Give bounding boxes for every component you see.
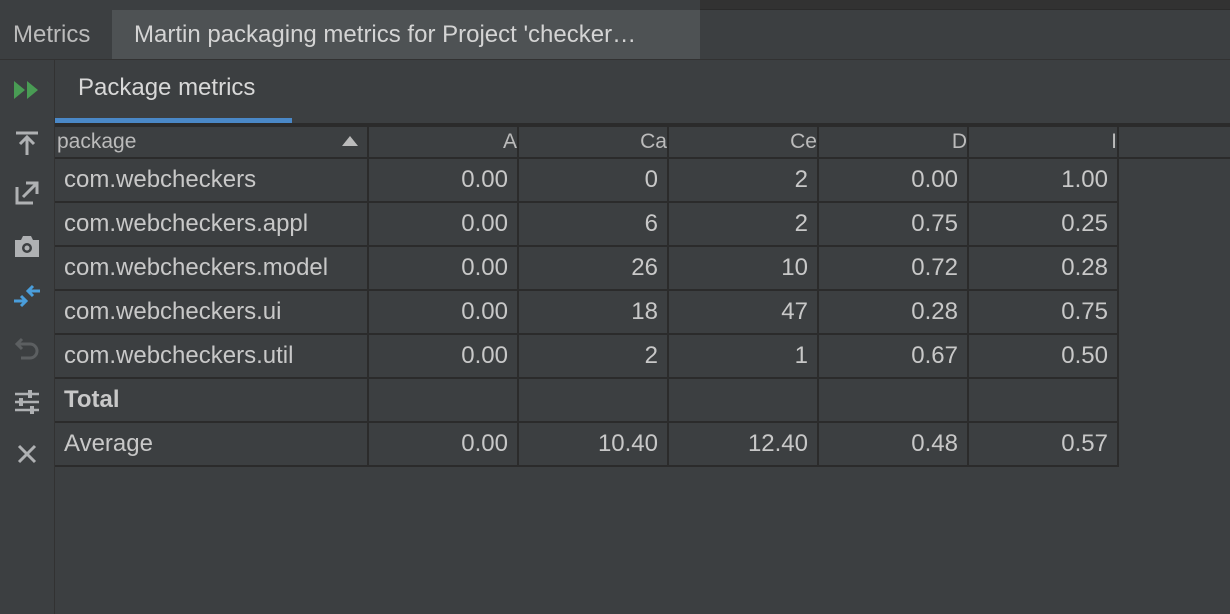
cell-i: 1.00 bbox=[968, 158, 1119, 203]
table-row[interactable]: com.webcheckers.model 0.00 26 10 0.72 0.… bbox=[55, 246, 1230, 291]
cell-d: 0.67 bbox=[818, 334, 969, 379]
cell-a: 0.00 bbox=[368, 246, 519, 291]
cell-i: 0.28 bbox=[968, 246, 1119, 291]
column-header-ce[interactable]: Ce bbox=[668, 127, 819, 159]
column-header-d[interactable]: D bbox=[818, 127, 969, 159]
cell-a: 0.00 bbox=[368, 158, 519, 203]
row-filler bbox=[1118, 422, 1230, 466]
cell-ce: 47 bbox=[668, 290, 819, 335]
table-row[interactable]: com.webcheckers.util 0.00 2 1 0.67 0.50 bbox=[55, 334, 1230, 379]
side-toolbar bbox=[0, 60, 55, 614]
cell-package: com.webcheckers.model bbox=[55, 246, 369, 291]
row-filler bbox=[1118, 246, 1230, 290]
cell-ce: 2 bbox=[668, 158, 819, 203]
cell-d: 0.00 bbox=[818, 158, 969, 203]
export-icon bbox=[13, 129, 41, 157]
cell-a: 0.00 bbox=[368, 202, 519, 247]
toolwindow-header: Metrics Martin packaging metrics for Pro… bbox=[0, 10, 1230, 60]
cell-ca: 6 bbox=[518, 202, 669, 247]
cell-i: 0.75 bbox=[968, 290, 1119, 335]
results-tab[interactable]: Martin packaging metrics for Project 'ch… bbox=[112, 10, 700, 59]
cell-ca bbox=[518, 378, 669, 423]
cell-ce: 1 bbox=[668, 334, 819, 379]
toolwindow-title[interactable]: Metrics bbox=[0, 10, 112, 59]
row-filler bbox=[1118, 202, 1230, 246]
top-strip bbox=[0, 0, 1230, 10]
tab-package-metrics-label: Package metrics bbox=[78, 74, 256, 101]
cell-package: com.webcheckers.ui bbox=[55, 290, 369, 335]
cell-ce: 2 bbox=[668, 202, 819, 247]
row-filler bbox=[1118, 158, 1230, 202]
compare-button[interactable] bbox=[8, 277, 46, 315]
metrics-table: package A Ca Ce D I com.webcheckers 0.00… bbox=[55, 127, 1230, 467]
undo-button[interactable] bbox=[8, 330, 46, 368]
cell-d bbox=[818, 378, 969, 423]
snapshot-button[interactable] bbox=[8, 227, 46, 265]
top-strip-dark bbox=[700, 0, 1230, 9]
open-external-button[interactable] bbox=[8, 174, 46, 212]
cell-package: Total bbox=[55, 378, 369, 423]
metrics-table-area: package A Ca Ce D I com.webcheckers 0.00… bbox=[55, 127, 1230, 614]
cell-ca: 0 bbox=[518, 158, 669, 203]
close-icon bbox=[15, 442, 39, 466]
close-button[interactable] bbox=[8, 435, 46, 473]
cell-i bbox=[968, 378, 1119, 423]
cell-package: com.webcheckers bbox=[55, 158, 369, 203]
table-row[interactable]: com.webcheckers 0.00 0 2 0.00 1.00 bbox=[55, 158, 1230, 203]
row-filler bbox=[1118, 378, 1230, 422]
cell-i: 0.57 bbox=[968, 422, 1119, 467]
column-header-filler bbox=[1118, 127, 1230, 159]
column-header-a[interactable]: A bbox=[368, 127, 519, 159]
cell-package: com.webcheckers.appl bbox=[55, 202, 369, 247]
cell-d: 0.75 bbox=[818, 202, 969, 247]
export-button[interactable] bbox=[8, 124, 46, 162]
sort-ascending-icon bbox=[342, 136, 358, 146]
cell-ce bbox=[668, 378, 819, 423]
cell-i: 0.50 bbox=[968, 334, 1119, 379]
cell-d: 0.72 bbox=[818, 246, 969, 291]
column-header-i[interactable]: I bbox=[968, 127, 1119, 159]
cell-ca: 18 bbox=[518, 290, 669, 335]
table-row[interactable]: com.webcheckers.appl 0.00 6 2 0.75 0.25 bbox=[55, 202, 1230, 247]
settings-sliders-icon bbox=[13, 388, 41, 416]
cell-d: 0.48 bbox=[818, 422, 969, 467]
row-filler bbox=[1118, 334, 1230, 378]
cell-a: 0.00 bbox=[368, 334, 519, 379]
compare-icon bbox=[12, 281, 42, 311]
table-row-total[interactable]: Total bbox=[55, 378, 1230, 423]
undo-icon bbox=[13, 336, 41, 362]
cell-a bbox=[368, 378, 519, 423]
content-tabs: Package metrics bbox=[55, 60, 1230, 123]
column-header-ca[interactable]: Ca bbox=[518, 127, 669, 159]
settings-button[interactable] bbox=[8, 383, 46, 421]
cell-ca: 2 bbox=[518, 334, 669, 379]
column-header-package[interactable]: package bbox=[55, 127, 369, 159]
table-header: package A Ca Ce D I bbox=[55, 127, 1230, 159]
cell-package: Average bbox=[55, 422, 369, 467]
rerun-icon bbox=[13, 79, 41, 101]
column-header-package-label: package bbox=[57, 130, 137, 153]
tab-package-metrics[interactable]: Package metrics bbox=[55, 60, 292, 123]
cell-package: com.webcheckers.util bbox=[55, 334, 369, 379]
cell-ca: 26 bbox=[518, 246, 669, 291]
cell-ce: 12.40 bbox=[668, 422, 819, 467]
cell-ca: 10.40 bbox=[518, 422, 669, 467]
cell-ce: 10 bbox=[668, 246, 819, 291]
table-row[interactable]: com.webcheckers.ui 0.00 18 47 0.28 0.75 bbox=[55, 290, 1230, 335]
rerun-button[interactable] bbox=[8, 71, 46, 109]
table-row-average[interactable]: Average 0.00 10.40 12.40 0.48 0.57 bbox=[55, 422, 1230, 467]
cell-a: 0.00 bbox=[368, 422, 519, 467]
snapshot-icon bbox=[13, 233, 41, 259]
row-filler bbox=[1118, 290, 1230, 334]
cell-i: 0.25 bbox=[968, 202, 1119, 247]
open-external-icon bbox=[13, 179, 41, 207]
cell-d: 0.28 bbox=[818, 290, 969, 335]
cell-a: 0.00 bbox=[368, 290, 519, 335]
